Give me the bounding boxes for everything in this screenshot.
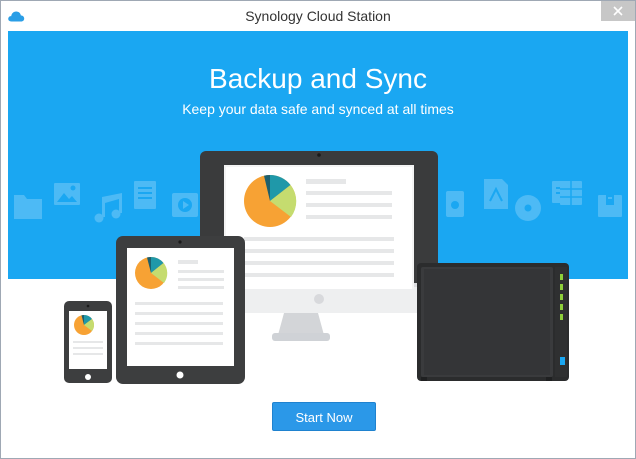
- folder-icon: [14, 195, 42, 219]
- tablet: [116, 236, 245, 384]
- spreadsheet-icon: [560, 181, 582, 205]
- phone-pie-chart: [74, 314, 94, 335]
- title-bar: Synology Cloud Station: [1, 1, 635, 31]
- app-window: Synology Cloud Station Backup and Sync K…: [0, 0, 636, 459]
- phone: [64, 301, 112, 383]
- window-title: Synology Cloud Station: [245, 8, 391, 24]
- document-icon: [134, 181, 156, 209]
- close-button[interactable]: [601, 1, 635, 21]
- monitor-pie-chart: [244, 175, 297, 227]
- devices-illustration: [14, 151, 622, 384]
- archive-icon: [598, 195, 622, 217]
- pdf-icon: [484, 179, 508, 209]
- video-icon: [172, 193, 198, 217]
- welcome-panel: Backup and Sync Keep your data safe and …: [8, 31, 628, 451]
- image-icon: [54, 183, 80, 205]
- nas-server: [417, 263, 569, 381]
- disc-icon: [515, 195, 541, 221]
- close-icon: [613, 6, 623, 16]
- start-now-button[interactable]: Start Now: [272, 402, 376, 431]
- music-icon: [94, 193, 122, 223]
- ebook-icon: [446, 191, 464, 217]
